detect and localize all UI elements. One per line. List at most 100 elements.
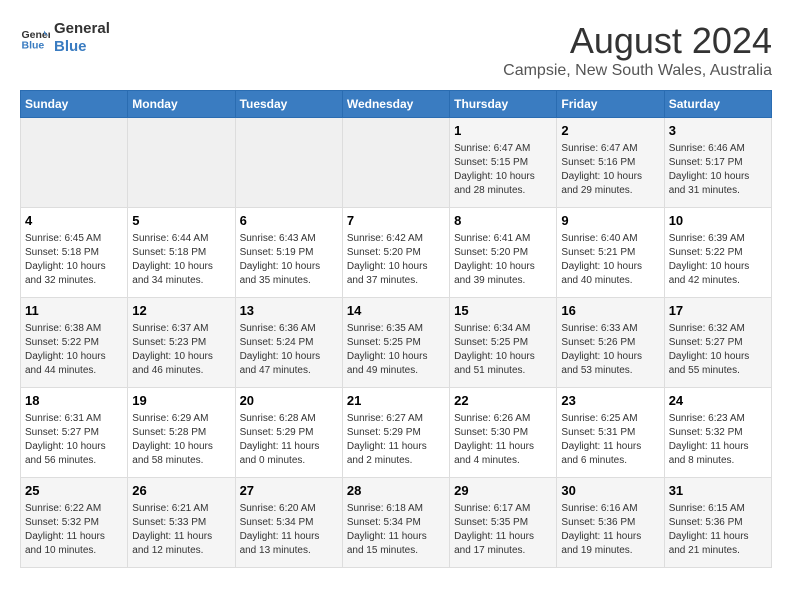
day-info: Sunrise: 6:41 AMSunset: 5:20 PMDaylight:…	[454, 232, 552, 288]
calendar-cell: 6 Sunrise: 6:43 AMSunset: 5:19 PMDaylight…	[235, 208, 342, 298]
calendar-cell: 11 Sunrise: 6:38 AMSunset: 5:22 PMDayligh…	[21, 298, 128, 388]
calendar-cell: 31Sunrise: 6:15 AMSunset: 5:36 PMDayligh…	[664, 478, 771, 568]
calendar-cell: 24 Sunrise: 6:23 AMSunset: 5:32 PMDayligh…	[664, 388, 771, 478]
calendar-cell	[342, 118, 449, 208]
calendar-cell: 30 Sunrise: 6:16 AMSunset: 5:36 PMDayligh…	[557, 478, 664, 568]
day-number: 22	[454, 392, 552, 410]
day-number: 7	[347, 212, 445, 230]
day-number: 16	[561, 302, 659, 320]
day-number: 26	[132, 482, 230, 500]
day-info: Sunrise: 6:38 AMSunset: 5:22 PMDaylight:…	[25, 322, 123, 378]
week-row-3: 11 Sunrise: 6:38 AMSunset: 5:22 PMDayligh…	[21, 298, 772, 388]
main-title: August 2024	[503, 20, 772, 62]
calendar-cell: 10 Sunrise: 6:39 AMSunset: 5:22 PMDayligh…	[664, 208, 771, 298]
day-number: 1	[454, 122, 552, 140]
day-number: 17	[669, 302, 767, 320]
day-info: Sunrise: 6:28 AMSunset: 5:29 PMDaylight:…	[240, 412, 338, 468]
weekday-header-monday: Monday	[128, 91, 235, 118]
day-info: Sunrise: 6:43 AMSunset: 5:19 PMDaylight:…	[240, 232, 338, 288]
weekday-header-wednesday: Wednesday	[342, 91, 449, 118]
calendar-cell: 15 Sunrise: 6:34 AMSunset: 5:25 PMDayligh…	[450, 298, 557, 388]
calendar-cell: 9Sunrise: 6:40 AMSunset: 5:21 PMDaylight…	[557, 208, 664, 298]
logo-line1: General	[54, 20, 110, 38]
calendar-cell: 29 Sunrise: 6:17 AMSunset: 5:35 PMDayligh…	[450, 478, 557, 568]
logo: General Blue General Blue	[20, 20, 110, 56]
day-info: Sunrise: 6:47 AMSunset: 5:16 PMDaylight:…	[561, 142, 659, 198]
day-number: 15	[454, 302, 552, 320]
day-number: 27	[240, 482, 338, 500]
calendar-cell	[128, 118, 235, 208]
logo-icon: General Blue	[20, 23, 50, 53]
day-info: Sunrise: 6:22 AMSunset: 5:32 PMDaylight:…	[25, 502, 123, 558]
day-number: 10	[669, 212, 767, 230]
day-info: Sunrise: 6:15 AMSunset: 5:36 PMDaylight:…	[669, 502, 767, 558]
logo-line2: Blue	[54, 38, 110, 56]
calendar-cell: 19Sunrise: 6:29 AMSunset: 5:28 PMDayligh…	[128, 388, 235, 478]
day-info: Sunrise: 6:37 AMSunset: 5:23 PMDaylight:…	[132, 322, 230, 378]
calendar-cell: 14 Sunrise: 6:35 AMSunset: 5:25 PMDayligh…	[342, 298, 449, 388]
weekday-header-row: SundayMondayTuesdayWednesdayThursdayFrid…	[21, 91, 772, 118]
day-info: Sunrise: 6:33 AMSunset: 5:26 PMDaylight:…	[561, 322, 659, 378]
day-info: Sunrise: 6:17 AMSunset: 5:35 PMDaylight:…	[454, 502, 552, 558]
weekday-header-thursday: Thursday	[450, 91, 557, 118]
day-number: 24	[669, 392, 767, 410]
calendar-cell: 20Sunrise: 6:28 AMSunset: 5:29 PMDayligh…	[235, 388, 342, 478]
day-info: Sunrise: 6:29 AMSunset: 5:28 PMDaylight:…	[132, 412, 230, 468]
calendar-cell: 28Sunrise: 6:18 AMSunset: 5:34 PMDayligh…	[342, 478, 449, 568]
day-number: 2	[561, 122, 659, 140]
svg-text:Blue: Blue	[22, 40, 45, 52]
day-number: 6	[240, 212, 338, 230]
day-info: Sunrise: 6:35 AMSunset: 5:25 PMDaylight:…	[347, 322, 445, 378]
title-section: August 2024 Campsie, New South Wales, Au…	[503, 20, 772, 80]
day-info: Sunrise: 6:23 AMSunset: 5:32 PMDaylight:…	[669, 412, 767, 468]
day-info: Sunrise: 6:20 AMSunset: 5:34 PMDaylight:…	[240, 502, 338, 558]
weekday-header-saturday: Saturday	[664, 91, 771, 118]
day-number: 9	[561, 212, 659, 230]
calendar-cell: 26Sunrise: 6:21 AMSunset: 5:33 PMDayligh…	[128, 478, 235, 568]
calendar-cell: 2 Sunrise: 6:47 AMSunset: 5:16 PMDaylight…	[557, 118, 664, 208]
day-info: Sunrise: 6:45 AMSunset: 5:18 PMDaylight:…	[25, 232, 123, 288]
calendar-cell: 13 Sunrise: 6:36 AMSunset: 5:24 PMDayligh…	[235, 298, 342, 388]
day-number: 14	[347, 302, 445, 320]
day-info: Sunrise: 6:31 AMSunset: 5:27 PMDaylight:…	[25, 412, 123, 468]
calendar-cell: 18 Sunrise: 6:31 AMSunset: 5:27 PMDayligh…	[21, 388, 128, 478]
calendar-cell: 25 Sunrise: 6:22 AMSunset: 5:32 PMDayligh…	[21, 478, 128, 568]
calendar-cell: 23 Sunrise: 6:25 AMSunset: 5:31 PMDayligh…	[557, 388, 664, 478]
day-info: Sunrise: 6:42 AMSunset: 5:20 PMDaylight:…	[347, 232, 445, 288]
day-info: Sunrise: 6:16 AMSunset: 5:36 PMDaylight:…	[561, 502, 659, 558]
day-number: 30	[561, 482, 659, 500]
day-number: 4	[25, 212, 123, 230]
day-info: Sunrise: 6:18 AMSunset: 5:34 PMDaylight:…	[347, 502, 445, 558]
day-info: Sunrise: 6:39 AMSunset: 5:22 PMDaylight:…	[669, 232, 767, 288]
week-row-4: 18 Sunrise: 6:31 AMSunset: 5:27 PMDayligh…	[21, 388, 772, 478]
day-info: Sunrise: 6:36 AMSunset: 5:24 PMDaylight:…	[240, 322, 338, 378]
day-info: Sunrise: 6:34 AMSunset: 5:25 PMDaylight:…	[454, 322, 552, 378]
week-row-1: 1 Sunrise: 6:47 AMSunset: 5:15 PMDaylight…	[21, 118, 772, 208]
day-number: 11	[25, 302, 123, 320]
day-info: Sunrise: 6:47 AMSunset: 5:15 PMDaylight:…	[454, 142, 552, 198]
weekday-header-friday: Friday	[557, 91, 664, 118]
calendar-cell: 16 Sunrise: 6:33 AMSunset: 5:26 PMDayligh…	[557, 298, 664, 388]
week-row-5: 25 Sunrise: 6:22 AMSunset: 5:32 PMDayligh…	[21, 478, 772, 568]
calendar-cell: 17 Sunrise: 6:32 AMSunset: 5:27 PMDayligh…	[664, 298, 771, 388]
day-number: 23	[561, 392, 659, 410]
calendar-cell: 12Sunrise: 6:37 AMSunset: 5:23 PMDayligh…	[128, 298, 235, 388]
day-number: 8	[454, 212, 552, 230]
calendar-cell: 7 Sunrise: 6:42 AMSunset: 5:20 PMDaylight…	[342, 208, 449, 298]
weekday-header-tuesday: Tuesday	[235, 91, 342, 118]
calendar-cell: 5Sunrise: 6:44 AMSunset: 5:18 PMDaylight…	[128, 208, 235, 298]
day-number: 25	[25, 482, 123, 500]
day-number: 13	[240, 302, 338, 320]
day-info: Sunrise: 6:25 AMSunset: 5:31 PMDaylight:…	[561, 412, 659, 468]
day-number: 29	[454, 482, 552, 500]
day-info: Sunrise: 6:46 AMSunset: 5:17 PMDaylight:…	[669, 142, 767, 198]
day-number: 18	[25, 392, 123, 410]
day-number: 3	[669, 122, 767, 140]
day-info: Sunrise: 6:32 AMSunset: 5:27 PMDaylight:…	[669, 322, 767, 378]
day-info: Sunrise: 6:27 AMSunset: 5:29 PMDaylight:…	[347, 412, 445, 468]
calendar-cell: 21Sunrise: 6:27 AMSunset: 5:29 PMDayligh…	[342, 388, 449, 478]
calendar-cell: 8 Sunrise: 6:41 AMSunset: 5:20 PMDaylight…	[450, 208, 557, 298]
weekday-header-sunday: Sunday	[21, 91, 128, 118]
calendar-cell	[235, 118, 342, 208]
day-number: 5	[132, 212, 230, 230]
